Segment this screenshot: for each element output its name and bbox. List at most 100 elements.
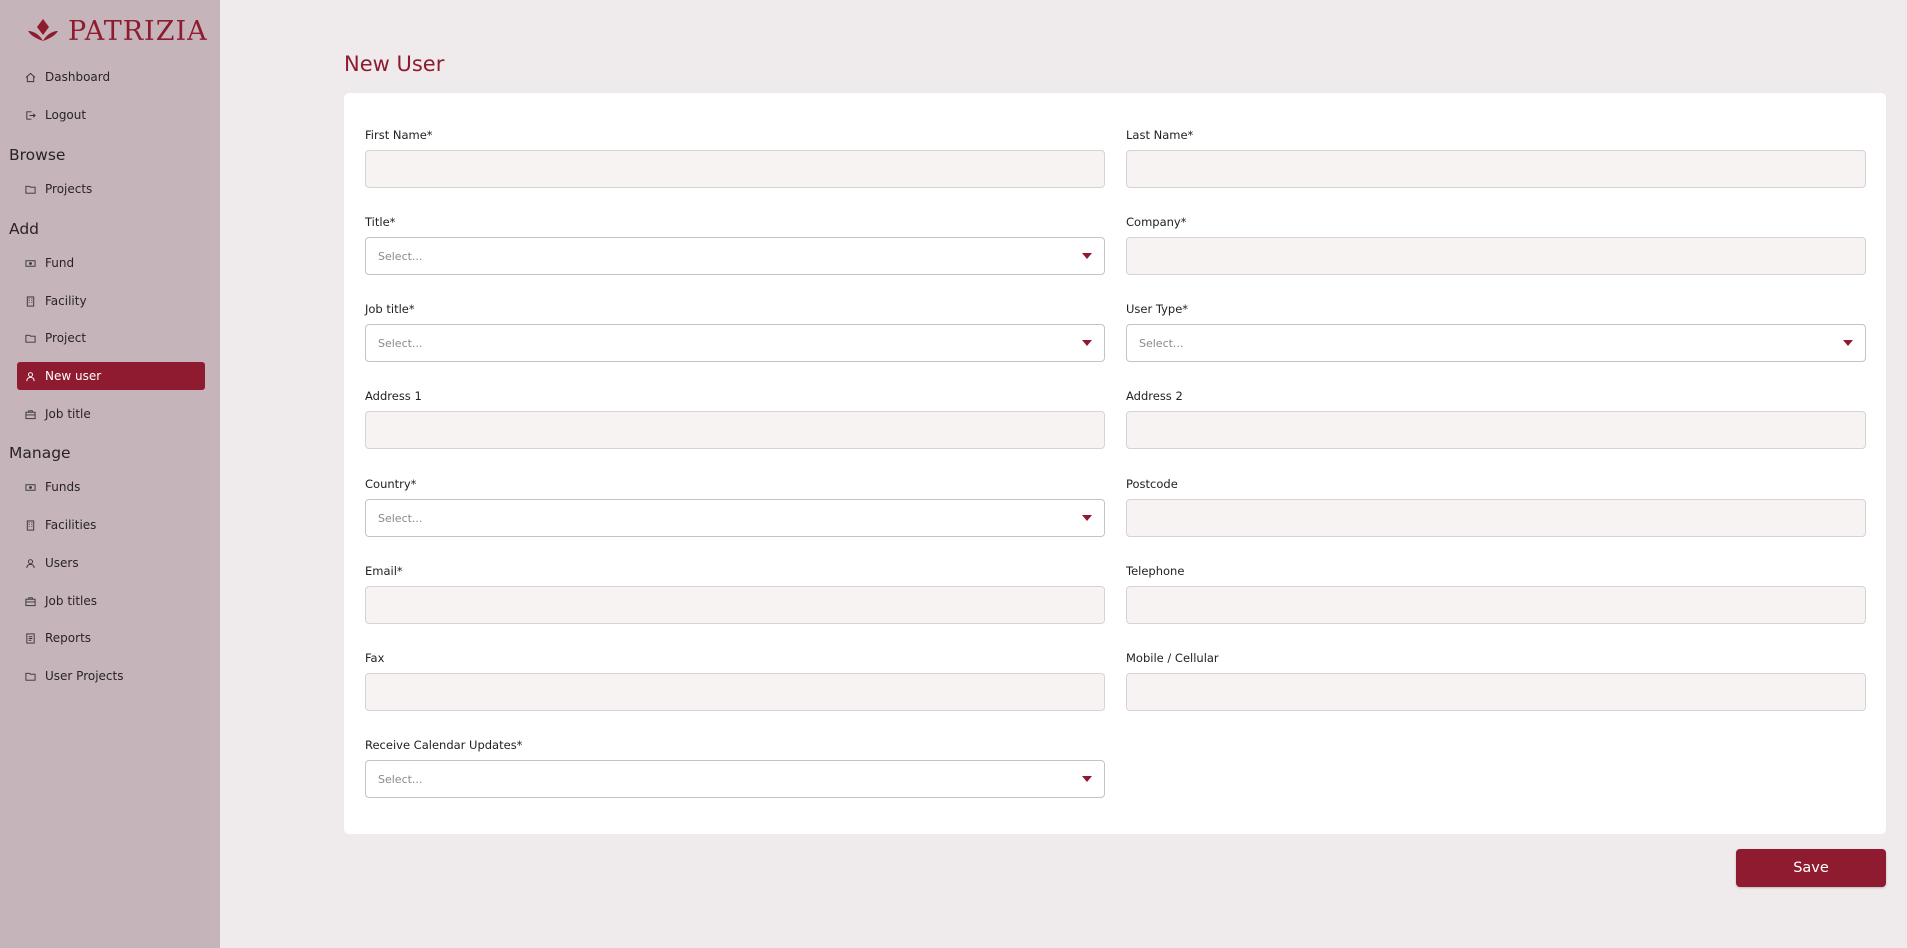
sidebar-item-label: Logout (45, 108, 87, 122)
first-name-field-group: First Name* (365, 126, 1105, 188)
sidebar: PATRIZIA Dashboard Logout Browse Project… (0, 0, 220, 948)
sidebar-item-project[interactable]: Project (17, 324, 205, 352)
mobile-label: Mobile / Cellular (1126, 651, 1219, 665)
email-field-group: Email* (365, 562, 1105, 624)
last-name-input[interactable] (1126, 150, 1866, 188)
job-title-select[interactable]: Select... (365, 324, 1105, 362)
job-title-label: Job title* (365, 302, 415, 316)
sidebar-item-funds[interactable]: Funds (17, 473, 205, 501)
sidebar-item-label: Facility (45, 294, 87, 308)
sidebar-item-label: Facilities (45, 518, 97, 532)
report-icon (24, 632, 36, 644)
sidebar-item-label: User Projects (45, 669, 124, 683)
last-name-field-group: Last Name* (1126, 126, 1866, 188)
folder-icon (24, 670, 36, 682)
user-type-select[interactable]: Select... (1126, 324, 1866, 362)
brand-logo[interactable]: PATRIZIA (26, 14, 208, 48)
address2-label: Address 2 (1126, 389, 1183, 403)
building-icon (24, 295, 36, 307)
country-label: Country* (365, 477, 417, 491)
sidebar-item-fund[interactable]: Fund (17, 249, 205, 277)
sidebar-item-label: Users (45, 556, 79, 570)
job-title-select-placeholder: Select... (378, 336, 423, 350)
sidebar-item-facilities[interactable]: Facilities (17, 511, 205, 539)
patrizia-logo-icon (28, 19, 58, 41)
first-name-label: First Name* (365, 128, 433, 142)
sidebar-item-label: Job titles (45, 594, 98, 608)
sidebar-item-label: Reports (45, 631, 92, 645)
country-select-placeholder: Select... (378, 511, 423, 525)
address2-field-group: Address 2 (1126, 387, 1866, 449)
email-label: Email* (365, 564, 403, 578)
sidebar-item-label: Projects (45, 182, 93, 196)
address1-field-group: Address 1 (365, 387, 1105, 449)
calendar-updates-field-group: Receive Calendar Updates* Select... (365, 736, 1105, 798)
user-type-label: User Type* (1126, 302, 1189, 316)
sidebar-item-label: Job title (45, 407, 91, 421)
title-select-placeholder: Select... (378, 249, 423, 263)
telephone-input[interactable] (1126, 586, 1866, 624)
calendar-updates-select[interactable]: Select... (365, 760, 1105, 798)
sidebar-item-new-user[interactable]: New user (17, 362, 205, 390)
briefcase-icon (24, 595, 36, 607)
brand-name: PATRIZIA (68, 15, 208, 47)
country-select[interactable]: Select... (365, 499, 1105, 537)
sidebar-item-job-title[interactable]: Job title (17, 400, 205, 428)
sidebar-item-facility[interactable]: Facility (17, 287, 205, 315)
mobile-input[interactable] (1126, 673, 1866, 711)
user-type-select-placeholder: Select... (1139, 336, 1184, 350)
title-field-group: Title* Select... (365, 213, 1105, 275)
money-icon (24, 257, 36, 269)
section-heading-manage: Manage (9, 444, 71, 462)
country-field-group: Country* Select... (365, 475, 1105, 537)
company-input[interactable] (1126, 237, 1866, 275)
telephone-field-group: Telephone (1126, 562, 1866, 624)
caret-down-icon (1082, 340, 1092, 346)
logout-icon (24, 109, 36, 121)
sidebar-item-projects[interactable]: Projects (17, 175, 205, 203)
folder-icon (24, 183, 36, 195)
sidebar-item-dashboard[interactable]: Dashboard (17, 63, 205, 91)
caret-down-icon (1082, 776, 1092, 782)
sidebar-item-job-titles[interactable]: Job titles (17, 587, 205, 615)
title-select[interactable]: Select... (365, 237, 1105, 275)
postcode-label: Postcode (1126, 477, 1178, 491)
folder-icon (24, 332, 36, 344)
sidebar-item-label: Funds (45, 480, 81, 494)
sidebar-item-user-projects[interactable]: User Projects (17, 662, 205, 690)
postcode-input[interactable] (1126, 499, 1866, 537)
calendar-updates-label: Receive Calendar Updates* (365, 738, 523, 752)
job-title-field-group: Job title* Select... (365, 300, 1105, 362)
caret-down-icon (1082, 253, 1092, 259)
home-icon (24, 71, 36, 83)
sidebar-item-logout[interactable]: Logout (17, 101, 205, 129)
caret-down-icon (1082, 515, 1092, 521)
user-icon (24, 557, 36, 569)
sidebar-item-users[interactable]: Users (17, 549, 205, 577)
section-heading-browse: Browse (9, 146, 66, 164)
calendar-updates-select-placeholder: Select... (378, 772, 423, 786)
address1-label: Address 1 (365, 389, 422, 403)
title-label: Title* (365, 215, 396, 229)
sidebar-item-reports[interactable]: Reports (17, 624, 205, 652)
sidebar-item-label: Dashboard (45, 70, 111, 84)
new-user-form: First Name* Last Name* Title* Select... … (344, 93, 1886, 834)
last-name-label: Last Name* (1126, 128, 1194, 142)
address2-input[interactable] (1126, 411, 1866, 449)
page-title: New User (344, 52, 445, 76)
mobile-field-group: Mobile / Cellular (1126, 649, 1866, 711)
sidebar-item-label: New user (45, 369, 102, 383)
fax-input[interactable] (365, 673, 1105, 711)
address1-input[interactable] (365, 411, 1105, 449)
first-name-input[interactable] (365, 150, 1105, 188)
email-input[interactable] (365, 586, 1105, 624)
user-icon (24, 370, 36, 382)
company-field-group: Company* (1126, 213, 1866, 275)
fax-label: Fax (365, 651, 385, 665)
save-button[interactable]: Save (1736, 849, 1886, 887)
user-type-field-group: User Type* Select... (1126, 300, 1866, 362)
company-label: Company* (1126, 215, 1187, 229)
section-heading-add: Add (9, 220, 40, 238)
briefcase-icon (24, 408, 36, 420)
postcode-field-group: Postcode (1126, 475, 1866, 537)
